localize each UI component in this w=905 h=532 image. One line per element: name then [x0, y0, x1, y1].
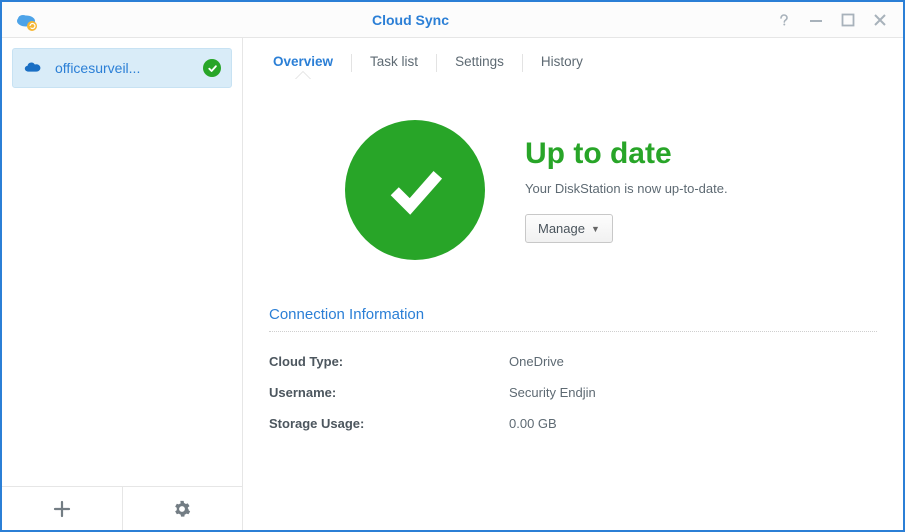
window-body: officesurveil... Overview Task li — [2, 38, 903, 530]
check-circle-icon — [345, 120, 485, 260]
info-value: 0.00 GB — [509, 416, 557, 431]
status-text: Up to date Your DiskStation is now up-to… — [525, 137, 728, 243]
titlebar: Cloud Sync — [2, 2, 903, 38]
status-title: Up to date — [525, 137, 728, 171]
tab-history[interactable]: History — [523, 46, 601, 79]
tab-overview[interactable]: Overview — [255, 46, 351, 79]
connection-label: officesurveil... — [55, 60, 203, 76]
tab-settings[interactable]: Settings — [437, 46, 522, 79]
close-icon[interactable] — [871, 11, 889, 29]
info-key: Username: — [269, 385, 509, 400]
tabs: Overview Task list Settings History — [243, 38, 903, 80]
manage-button[interactable]: Manage ▼ — [525, 214, 613, 243]
info-value: OneDrive — [509, 354, 564, 369]
tab-tasklist[interactable]: Task list — [352, 46, 436, 79]
window-title: Cloud Sync — [46, 12, 775, 28]
tab-content: Up to date Your DiskStation is now up-to… — [243, 80, 903, 530]
add-connection-button[interactable] — [2, 487, 122, 530]
app-icon — [14, 8, 38, 32]
main-panel: Overview Task list Settings History Up — [243, 38, 903, 530]
chevron-down-icon: ▼ — [591, 224, 600, 234]
info-key: Storage Usage: — [269, 416, 509, 431]
info-value: Security Endjin — [509, 385, 596, 400]
window-controls — [775, 11, 895, 29]
minimize-icon[interactable] — [807, 11, 825, 29]
connection-item[interactable]: officesurveil... — [12, 48, 232, 88]
settings-button[interactable] — [122, 487, 243, 530]
info-row-username: Username: Security Endjin — [269, 377, 877, 408]
maximize-icon[interactable] — [839, 11, 857, 29]
section-title: Connection Information — [269, 306, 877, 332]
status-ok-icon — [203, 59, 221, 77]
app-window: Cloud Sync — [0, 0, 905, 532]
info-key: Cloud Type: — [269, 354, 509, 369]
info-row-cloud-type: Cloud Type: OneDrive — [269, 346, 877, 377]
connection-list: officesurveil... — [2, 38, 242, 486]
info-row-storage: Storage Usage: 0.00 GB — [269, 408, 877, 439]
onedrive-icon — [23, 57, 45, 79]
help-icon[interactable] — [775, 11, 793, 29]
status-subtitle: Your DiskStation is now up-to-date. — [525, 181, 728, 196]
sidebar: officesurveil... — [2, 38, 243, 530]
sidebar-footer — [2, 486, 242, 530]
manage-label: Manage — [538, 221, 585, 236]
status-block: Up to date Your DiskStation is now up-to… — [269, 120, 877, 260]
